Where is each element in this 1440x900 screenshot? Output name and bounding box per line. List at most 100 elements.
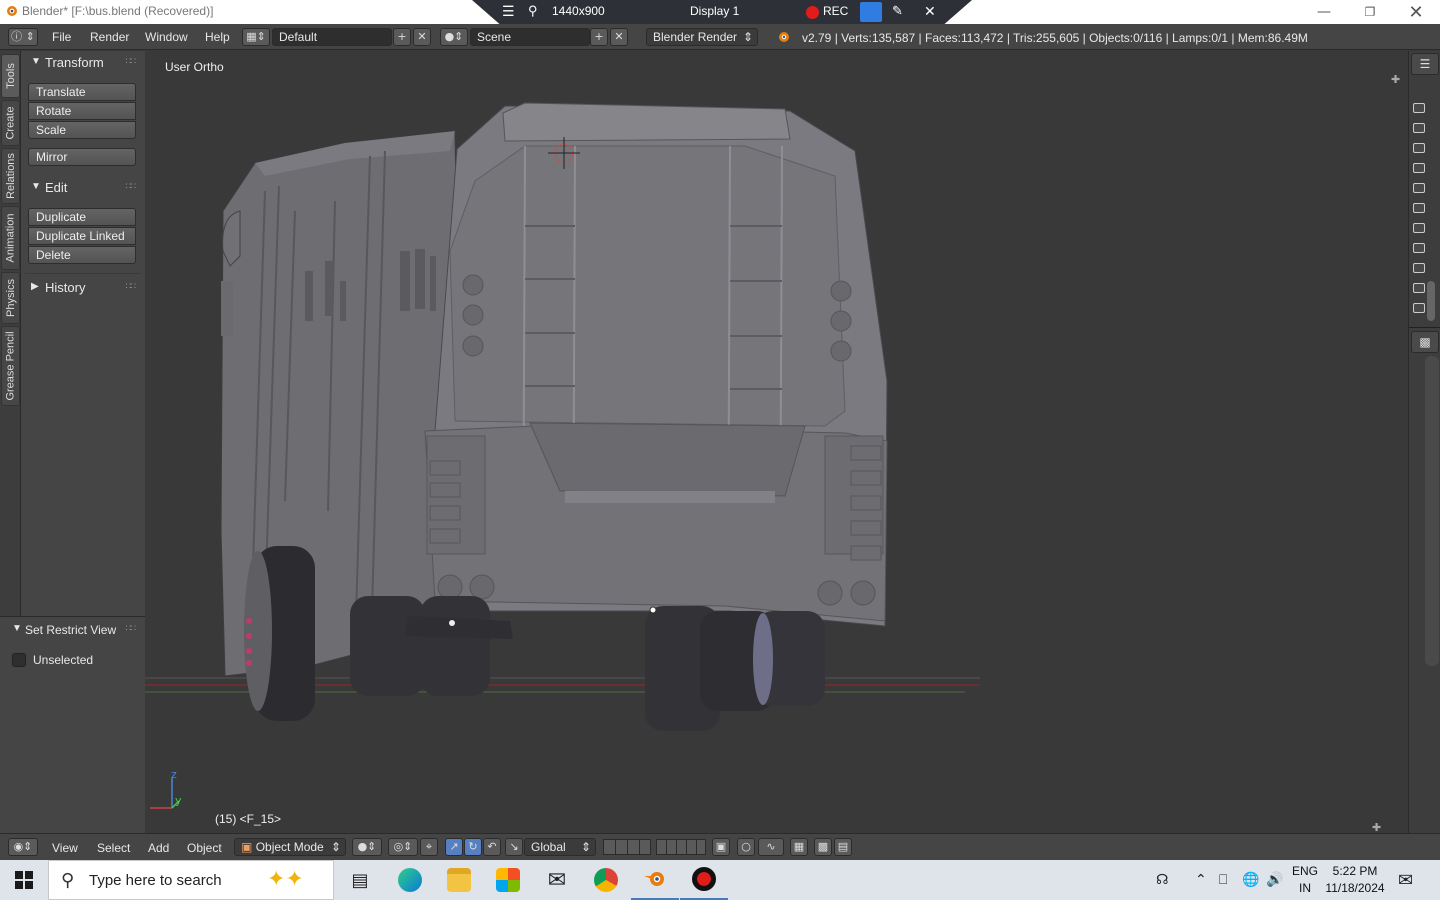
show-hidden-icons[interactable]: ⌃ — [1195, 860, 1207, 900]
menu-add[interactable]: Add — [148, 841, 169, 855]
taskbar-search-box[interactable]: ⚲ Type here to search ✦✦ — [48, 860, 334, 900]
opengl-render-icon[interactable]: ▩ — [814, 838, 832, 856]
tab-tools[interactable]: Tools — [1, 54, 20, 98]
properties-editor-icon[interactable]: ▩ — [1411, 331, 1439, 353]
translate-manipulator-icon[interactable]: ↗ — [445, 838, 463, 856]
file-explorer-icon[interactable] — [435, 860, 483, 900]
menu-view[interactable]: View — [52, 841, 78, 855]
scale-button[interactable]: Scale — [28, 121, 136, 139]
pen-icon[interactable]: ✎ — [892, 3, 903, 19]
pivot-point-icon[interactable]: ◎⇕ — [388, 838, 418, 856]
camera-restrict-icon[interactable] — [1413, 223, 1425, 233]
editor-type-info-icon[interactable]: ⓘ ⇕ — [8, 28, 38, 46]
manipulator-toggle-icon[interactable]: ⌖ — [420, 838, 438, 856]
layer-lock-icon[interactable]: ▣ — [712, 838, 730, 856]
viewport-shading-icon[interactable]: ●⇕ — [352, 838, 382, 856]
mail-icon[interactable]: ✉ — [533, 860, 581, 900]
restrict-view-header[interactable]: ▼ Set Restrict View ∷∷ — [0, 620, 145, 640]
camera-restrict-icon[interactable] — [1413, 103, 1425, 113]
layout-dropdown[interactable]: Default — [272, 28, 392, 46]
people-icon[interactable]: ☊ — [1156, 860, 1168, 900]
menu-render[interactable]: Render — [90, 30, 129, 44]
duplicate-linked-button[interactable]: Duplicate Linked — [28, 227, 136, 245]
edit-panel-header[interactable]: ▼ Edit ∷∷ — [21, 178, 145, 198]
remove-scene-icon[interactable]: ✕ — [610, 28, 628, 46]
layer-buttons-group-2[interactable] — [656, 839, 706, 855]
menu-file[interactable]: File — [52, 30, 71, 44]
outliner-scrollbar[interactable] — [1427, 281, 1435, 321]
unselected-checkbox[interactable] — [12, 653, 26, 667]
opengl-animation-icon[interactable]: ▤ — [834, 838, 852, 856]
camera-restrict-icon[interactable] — [1413, 263, 1425, 273]
task-view-icon[interactable]: ▤ — [336, 860, 384, 900]
rotate-button[interactable]: Rotate — [28, 102, 136, 120]
recorder-display[interactable]: Display 1 — [690, 4, 739, 18]
mirror-button[interactable]: Mirror — [28, 148, 136, 166]
menu-object[interactable]: Object — [187, 841, 222, 855]
start-button[interactable] — [0, 860, 48, 900]
notifications-icon[interactable]: ✉ — [1398, 860, 1413, 900]
scale-manipulator-icon[interactable]: ↘ — [505, 838, 523, 856]
duplicate-button[interactable]: Duplicate — [28, 208, 136, 226]
delete-button[interactable]: Delete — [28, 246, 136, 264]
layer-buttons-group-1[interactable] — [603, 839, 651, 855]
orientation-dropdown[interactable]: Global ⇕ — [524, 838, 596, 856]
tab-relations[interactable]: Relations — [1, 148, 20, 204]
snap-target-icon[interactable]: ▦ — [790, 838, 808, 856]
render-engine-dropdown[interactable]: Blender Render ⇕ — [646, 28, 758, 46]
camera-restrict-icon[interactable] — [1413, 123, 1425, 133]
minimize-button[interactable]: — — [1301, 0, 1347, 24]
menu-window[interactable]: Window — [145, 30, 188, 44]
bus-model-render[interactable]: z y ✚ ✚ — [145, 51, 1408, 833]
camera-restrict-icon[interactable] — [1413, 183, 1425, 193]
rotate-arc-icon[interactable]: ↶ — [483, 838, 501, 856]
add-layout-icon[interactable]: + — [393, 28, 411, 46]
transform-panel-header[interactable]: ▼ Transform ∷∷ — [21, 53, 145, 73]
drag-grip-icon[interactable]: ∷∷ — [126, 623, 137, 634]
editor-type-3d-icon[interactable]: ◉⇕ — [8, 838, 38, 856]
meet-now-icon[interactable]: ⎕ — [1219, 860, 1227, 900]
scene-icon[interactable]: ●⇕ — [440, 28, 468, 46]
record-button[interactable]: REC — [823, 4, 848, 18]
outliner-editor-icon[interactable]: ☰ — [1411, 53, 1439, 75]
menu-select[interactable]: Select — [97, 841, 130, 855]
volume-icon[interactable]: 🔊 — [1266, 860, 1283, 900]
camera-restrict-icon[interactable] — [1413, 203, 1425, 213]
add-scene-icon[interactable]: + — [590, 28, 608, 46]
menu-help[interactable]: Help — [205, 30, 230, 44]
tab-grease-pencil[interactable]: Grease Pencil — [1, 326, 20, 406]
drag-grip-icon[interactable]: ∷∷ — [126, 56, 137, 67]
store-icon[interactable] — [484, 860, 532, 900]
drag-grip-icon[interactable]: ∷∷ — [126, 181, 137, 192]
restore-button[interactable]: ❐ — [1347, 0, 1393, 24]
camera-restrict-icon[interactable] — [1413, 243, 1425, 253]
recorder-icon[interactable] — [680, 860, 728, 900]
taskbar-clock[interactable]: 5:22 PM 11/18/2024 — [1322, 863, 1388, 897]
camera-icon[interactable] — [860, 2, 882, 22]
edge-icon[interactable] — [386, 860, 434, 900]
corner-split-icon[interactable]: ✚ — [1391, 73, 1400, 86]
menu-icon[interactable]: ☰ — [502, 3, 515, 20]
camera-restrict-icon[interactable] — [1413, 303, 1425, 313]
chrome-icon[interactable] — [582, 860, 630, 900]
language-indicator[interactable]: ENG IN — [1290, 863, 1320, 897]
remove-layout-icon[interactable]: ✕ — [413, 28, 431, 46]
proportional-edit-icon[interactable]: ○ — [737, 838, 755, 856]
tab-physics[interactable]: Physics — [1, 272, 20, 324]
screen-layout-icon[interactable]: ▦⇕ — [242, 28, 270, 46]
camera-restrict-icon[interactable] — [1413, 163, 1425, 173]
translate-button[interactable]: Translate — [28, 83, 136, 101]
network-icon[interactable]: 🌐 — [1242, 860, 1259, 900]
drag-grip-icon[interactable]: ∷∷ — [126, 281, 137, 292]
corner-split-icon[interactable]: ✚ — [1372, 821, 1381, 833]
camera-restrict-icon[interactable] — [1413, 143, 1425, 153]
close-window-button[interactable]: ✕ — [1393, 0, 1439, 24]
pin-icon[interactable]: ⚲ — [528, 3, 538, 19]
object-origin[interactable] — [649, 606, 657, 614]
properties-scrollbar[interactable] — [1425, 356, 1439, 666]
mode-dropdown[interactable]: ▣ Object Mode ⇕ — [234, 838, 346, 856]
recorder-close-icon[interactable]: ✕ — [924, 3, 936, 20]
tab-create[interactable]: Create — [1, 100, 20, 146]
camera-restrict-icon[interactable] — [1413, 283, 1425, 293]
3d-viewport[interactable]: User Ortho z y ✚ ✚ (15) <F_15> — [145, 51, 1408, 833]
